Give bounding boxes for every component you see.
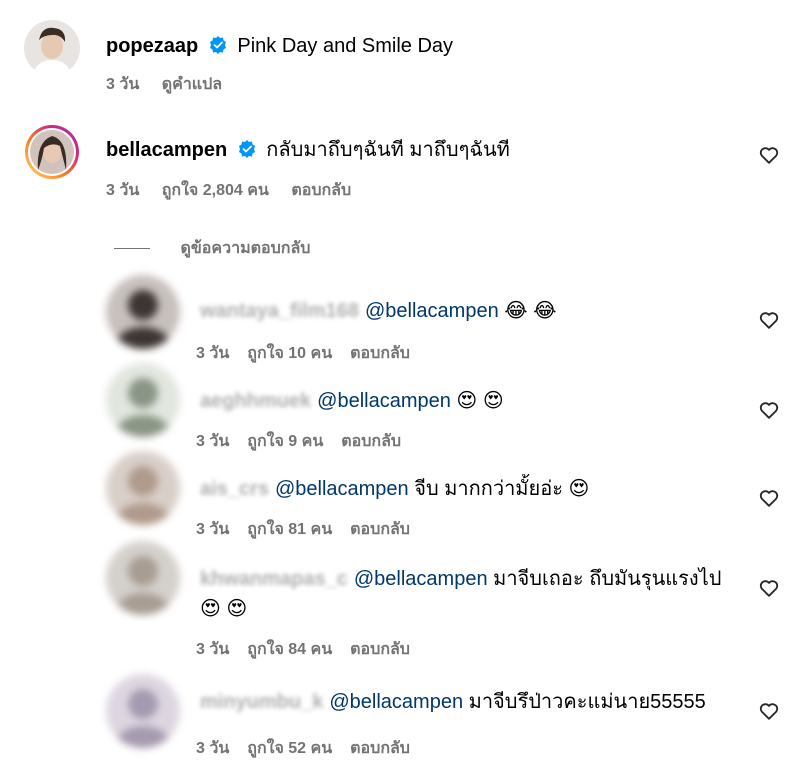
- post-caption: popezaap Pink Day and Smile Day 3 วัน ดู…: [0, 0, 800, 110]
- divider: [114, 248, 150, 250]
- username[interactable]: wantaya_film168: [200, 299, 359, 323]
- avatar-bellacampen[interactable]: [24, 124, 80, 180]
- comment-time: 3 วัน: [196, 433, 230, 450]
- reply-button[interactable]: ตอบกลับ: [291, 182, 351, 199]
- mention-link[interactable]: @bellacampen: [317, 390, 451, 412]
- view-replies-label: ดูข้อความตอบกลับ: [180, 240, 311, 257]
- mention-link[interactable]: @bellacampen: [275, 478, 409, 500]
- caption-text: Pink Day and Smile Day: [237, 35, 454, 57]
- reply-button[interactable]: ตอบกลับ: [350, 345, 410, 362]
- verified-badge-icon: [238, 140, 255, 158]
- reply-comment: khwanmapas_c @bellacampen มาจีบเถอะ ถึบมั…: [0, 541, 800, 658]
- comment-text: มาจีบเถอะ ถึบมันรุนแรงไป: [487, 568, 722, 590]
- emoji: 😂 😂: [498, 300, 557, 322]
- like-count[interactable]: ถูกใจ 10 คน: [247, 345, 332, 362]
- avatar[interactable]: [106, 541, 180, 615]
- mention-link[interactable]: @bellacampen: [329, 691, 463, 713]
- emoji: 😍 😍: [200, 598, 248, 620]
- emoji: 😍: [562, 478, 590, 500]
- comment-time: 3 วัน: [196, 641, 230, 658]
- username[interactable]: bellacampen: [106, 139, 227, 161]
- comment-text: มาจีบรึป่าวคะแม่นาย55555: [463, 691, 706, 713]
- avatar-popezaap[interactable]: [24, 20, 80, 76]
- like-count[interactable]: ถูกใจ 2,804 คน: [162, 182, 269, 199]
- reply-comment: ais_crs @bellacampen จีบ มากกว่ามั้ยอ่ะ 😍…: [0, 451, 800, 545]
- view-replies-button[interactable]: ดูข้อความตอบกลับ: [114, 236, 310, 261]
- avatar[interactable]: [106, 674, 180, 748]
- heart-outline-icon[interactable]: [758, 577, 780, 599]
- top-comment: bellacampen กลับมาถึบๆฉันที มาถึบๆฉันที …: [0, 110, 800, 210]
- reply-comment: aeghhmuek @bellacampen 😍 😍 3 วัน ถูกใจ 9 คน…: [0, 363, 800, 457]
- mention-link[interactable]: @bellacampen: [354, 568, 488, 590]
- username[interactable]: khwanmapas_c: [200, 567, 348, 591]
- heart-outline-icon[interactable]: [758, 399, 780, 421]
- comment-time: 3 วัน: [196, 740, 230, 757]
- avatar[interactable]: [106, 363, 180, 437]
- translate-link[interactable]: ดูคำแปล: [162, 76, 222, 93]
- like-count[interactable]: ถูกใจ 84 คน: [247, 641, 332, 658]
- like-count[interactable]: ถูกใจ 81 คน: [247, 521, 332, 538]
- reply-button[interactable]: ตอบกลับ: [341, 433, 401, 450]
- username[interactable]: aeghhmuek: [200, 389, 311, 413]
- mention-link[interactable]: @bellacampen: [365, 300, 499, 322]
- comment-time: 3 วัน: [196, 521, 230, 538]
- like-count[interactable]: ถูกใจ 52 คน: [247, 740, 332, 757]
- username[interactable]: popezaap: [106, 35, 198, 57]
- avatar[interactable]: [106, 451, 180, 525]
- username[interactable]: ais_crs: [200, 477, 269, 501]
- comment-text: กลับมาถึบๆฉันที มาถึบๆฉันที: [266, 139, 510, 161]
- heart-outline-icon[interactable]: [758, 144, 780, 166]
- comment-text: จีบ มากกว่ามั้ยอ่ะ: [408, 478, 563, 500]
- caption-time: 3 วัน: [106, 76, 140, 93]
- reply-comment: wantaya_film168 @bellacampen 😂 😂 3 วัน ถูกใ…: [0, 275, 800, 367]
- avatar[interactable]: [106, 275, 180, 349]
- comment-time: 3 วัน: [106, 182, 140, 199]
- reply-comment: minyumbu_k @bellacampen มาจีบรึป่าวคะแม่น…: [0, 674, 800, 770]
- reply-button[interactable]: ตอบกลับ: [350, 641, 410, 658]
- heart-outline-icon[interactable]: [758, 309, 780, 331]
- username[interactable]: minyumbu_k: [200, 690, 323, 714]
- reply-button[interactable]: ตอบกลับ: [350, 740, 410, 757]
- heart-outline-icon[interactable]: [758, 487, 780, 509]
- reply-button[interactable]: ตอบกลับ: [350, 521, 410, 538]
- heart-outline-icon[interactable]: [758, 700, 780, 722]
- verified-badge-icon: [209, 36, 226, 54]
- emoji: 😍 😍: [450, 390, 504, 412]
- comment-time: 3 วัน: [196, 345, 230, 362]
- like-count[interactable]: ถูกใจ 9 คน: [247, 433, 323, 450]
